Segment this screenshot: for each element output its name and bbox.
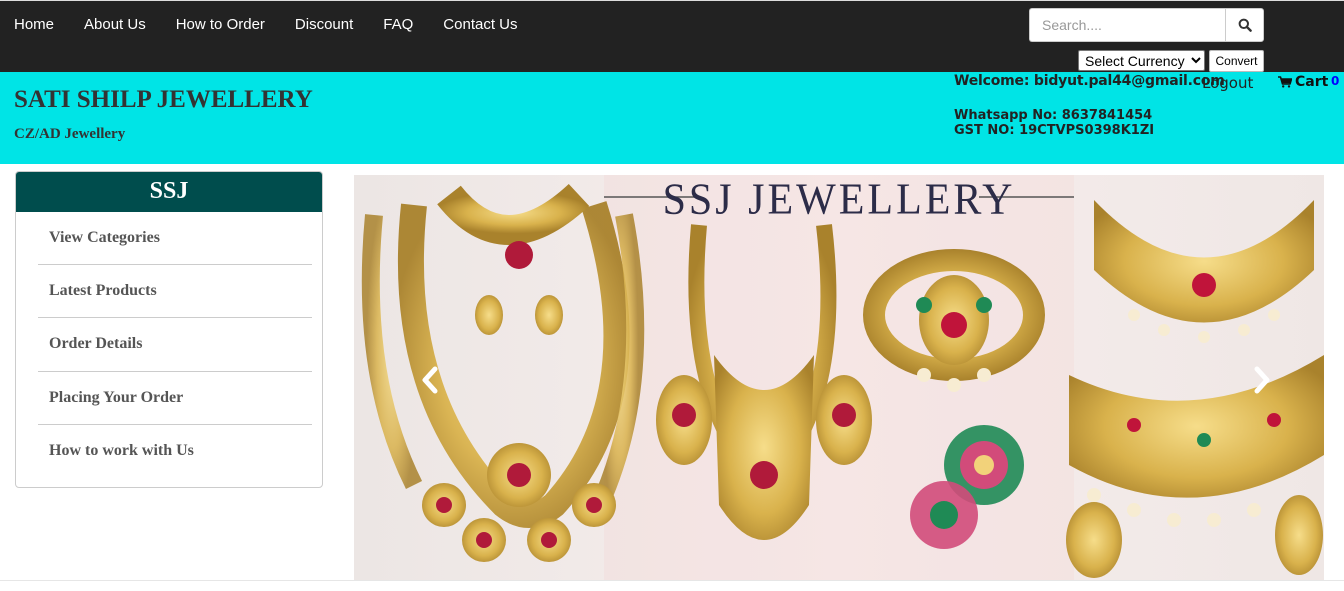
- currency-select[interactable]: Select Currency: [1078, 50, 1205, 71]
- cart-label: Cart: [1295, 74, 1329, 90]
- sidebar-link-view-categories[interactable]: View Categories: [49, 229, 160, 247]
- whatsapp-number: Whatsapp No: 8637841454: [954, 108, 1153, 123]
- cart-link[interactable]: Cart: [1278, 74, 1328, 90]
- top-navbar: Home About Us How to Order Discount FAQ …: [0, 0, 1344, 72]
- chevron-right-icon: [1254, 366, 1270, 394]
- sidebar-item-view-categories: View Categories: [38, 212, 312, 266]
- sidebar-panel: SSJ View Categories Latest Products Orde…: [15, 171, 323, 488]
- sidebar-link-how-to-work-with-us[interactable]: How to work with Us: [49, 442, 194, 460]
- carousel-next-button[interactable]: [1247, 365, 1277, 395]
- jewellery-banner-image: [354, 175, 1324, 580]
- search-box: [1029, 8, 1264, 42]
- nav-contact-us[interactable]: Contact Us: [428, 1, 532, 49]
- sidebar-link-placing-your-order[interactable]: Placing Your Order: [49, 389, 183, 407]
- welcome-text: Welcome: bidyut.pal44@gmail.com: [954, 73, 1225, 89]
- sidebar-item-latest-products: Latest Products: [38, 265, 312, 319]
- nav-home[interactable]: Home: [0, 1, 69, 49]
- cart-count-badge: 0: [1331, 74, 1340, 88]
- logout-link[interactable]: Logout: [1202, 74, 1253, 92]
- nav-how-to-order[interactable]: How to Order: [161, 1, 280, 49]
- sidebar-item-placing-your-order: Placing Your Order: [38, 372, 312, 425]
- cart-icon: [1278, 76, 1292, 88]
- chevron-left-icon: [422, 366, 438, 394]
- brand-tagline: CZ/AD Jewellery: [14, 126, 126, 142]
- image-carousel[interactable]: SSJ JEWELLERY: [354, 175, 1324, 580]
- sidebar-link-latest-products[interactable]: Latest Products: [49, 282, 157, 300]
- sidebar-link-order-details[interactable]: Order Details: [49, 335, 142, 353]
- search-button[interactable]: [1225, 8, 1264, 42]
- search-icon: [1238, 18, 1252, 32]
- site-header: SATI SHILP JEWELLERY CZ/AD Jewellery Wel…: [0, 72, 1344, 164]
- nav-about-us[interactable]: About Us: [69, 1, 161, 49]
- nav-faq[interactable]: FAQ: [368, 1, 428, 49]
- nav-discount[interactable]: Discount: [280, 1, 368, 49]
- carousel-prev-button[interactable]: [415, 365, 445, 395]
- sidebar-title: SSJ: [16, 172, 322, 212]
- page-divider: [0, 580, 1344, 581]
- brand-title: SATI SHILP JEWELLERY: [14, 86, 313, 113]
- sidebar-item-order-details: Order Details: [38, 318, 312, 372]
- sidebar-item-how-to-work-with-us: How to work with Us: [38, 425, 312, 478]
- gst-number: GST NO: 19CTVPS0398K1ZI: [954, 123, 1155, 138]
- sidebar-menu: View Categories Latest Products Order De…: [16, 212, 322, 478]
- main-nav: Home About Us How to Order Discount FAQ …: [0, 1, 533, 49]
- convert-button[interactable]: Convert: [1209, 50, 1264, 72]
- banner-title: SSJ JEWELLERY: [662, 175, 1016, 225]
- search-input[interactable]: [1029, 8, 1225, 42]
